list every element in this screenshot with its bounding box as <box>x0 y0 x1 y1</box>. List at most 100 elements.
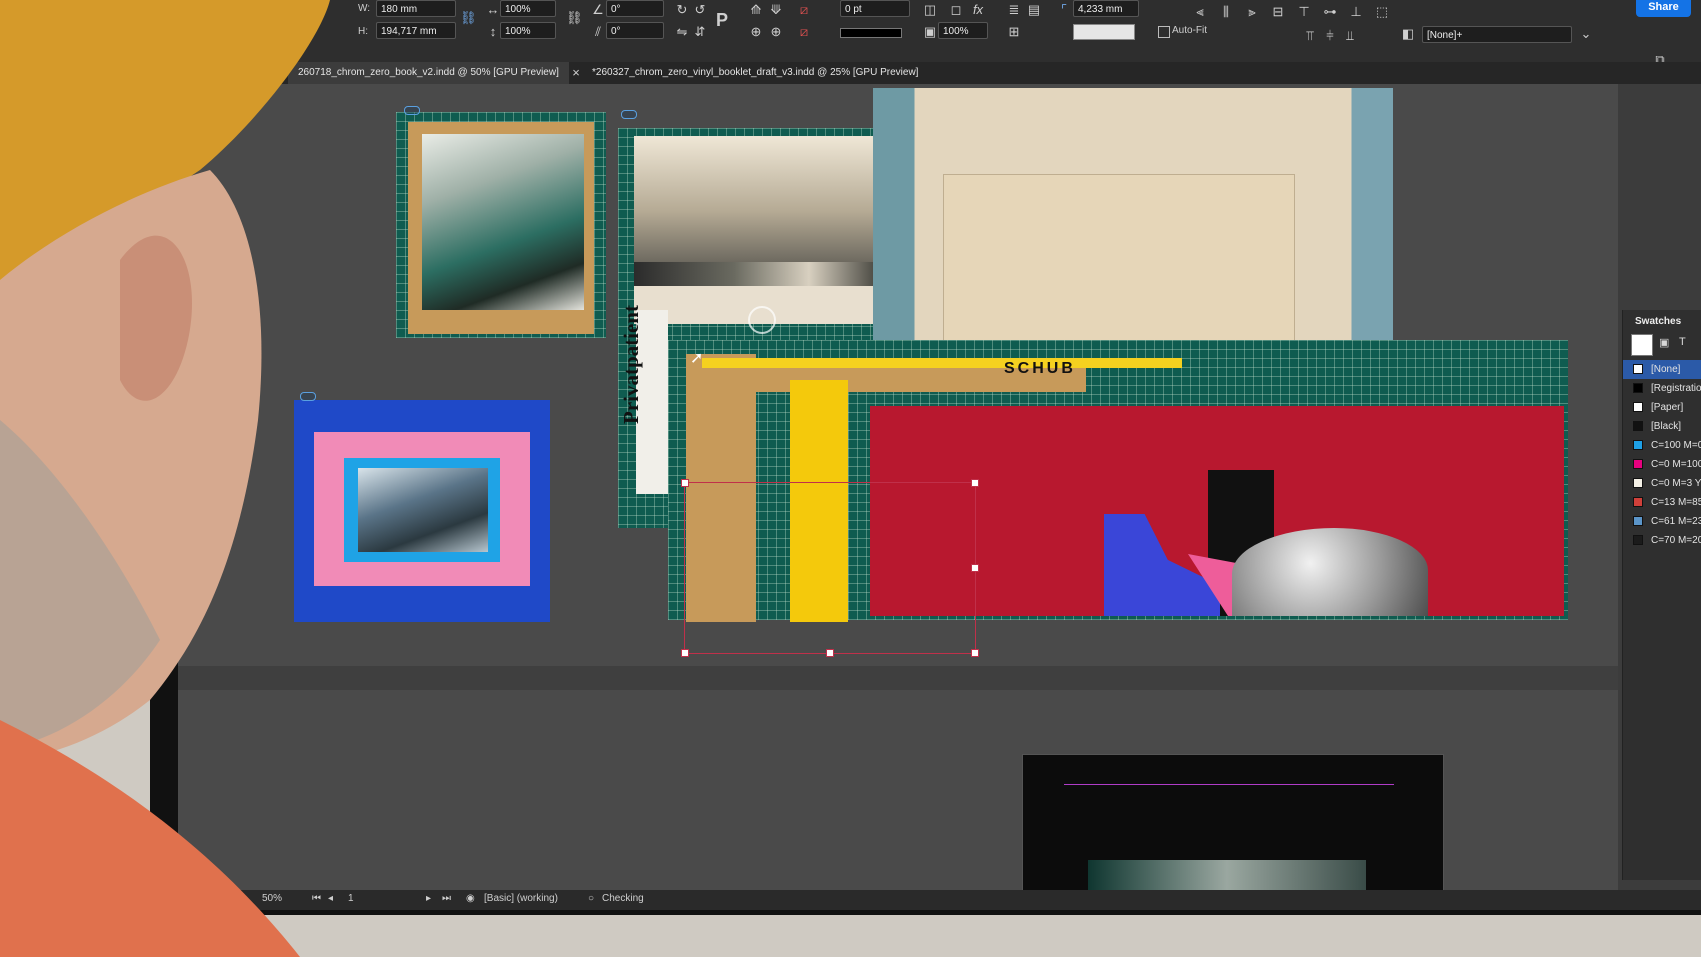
collage-photo[interactable] <box>422 134 584 310</box>
align-left-edges-icon[interactable]: ⫷ <box>1192 4 1208 20</box>
flip-vertical-icon[interactable]: ⇵ <box>692 24 708 40</box>
swatch-row[interactable]: C=70 M=20 <box>1623 531 1701 550</box>
swatch-name: [None] <box>1651 364 1681 375</box>
paper-panel <box>943 174 1295 366</box>
swatch-row[interactable]: C=0 M=3 Y <box>1623 474 1701 493</box>
selection-handle[interactable] <box>971 649 979 657</box>
corner-options-icon[interactable]: ⌜ <box>1056 2 1072 18</box>
scale-y-icon: ↕ <box>489 24 497 39</box>
distribute-top-icon[interactable]: ⫪ <box>1302 28 1318 44</box>
selection-handle[interactable] <box>971 564 979 572</box>
align-bottom-edges-icon[interactable]: ⊥ <box>1348 4 1364 20</box>
formatting-container-icon[interactable]: ▣ <box>1659 336 1669 349</box>
paragraph-p-icon[interactable]: P <box>714 11 730 29</box>
rotate-cw-icon[interactable]: ↻ <box>674 2 690 18</box>
align-top-edges-icon[interactable]: ⊤ <box>1296 4 1312 20</box>
swatch-name: [Paper] <box>1651 402 1684 413</box>
align-right-edges-icon[interactable]: ⫸ <box>1244 4 1260 20</box>
link-scale-icon[interactable]: ⛓ <box>566 10 583 26</box>
select-previous-icon[interactable]: ⊕ <box>748 24 764 40</box>
selection-handle[interactable] <box>971 479 979 487</box>
constrain-proportions-icon[interactable]: ⛓ <box>460 10 477 26</box>
stroke-none-icon[interactable]: ⧄ <box>796 24 812 40</box>
preflight-status-icon: ○ <box>588 893 595 904</box>
opacity-icon: ▣ <box>923 24 937 39</box>
swatch-chip <box>1633 516 1643 526</box>
autofit-checkbox[interactable] <box>1158 26 1170 38</box>
swatch-row[interactable]: [None] <box>1623 360 1701 379</box>
stroke-type-select[interactable] <box>840 28 902 38</box>
shear-field[interactable]: 0° <box>606 22 664 39</box>
object-style-icon: ◧ <box>1401 26 1415 41</box>
frame-fitting-icon[interactable]: ⊞ <box>1006 24 1022 40</box>
target-cursor-icon <box>748 306 776 334</box>
swatch-row[interactable]: C=13 M=85 <box>1623 493 1701 512</box>
swatch-name: [Registration] <box>1651 383 1701 394</box>
vintage-print[interactable] <box>634 136 884 262</box>
autofit-label: Auto-Fit <box>1172 25 1208 36</box>
chevron-down-icon[interactable]: ⌄ <box>1578 26 1594 42</box>
distribute-bottom-icon[interactable]: ⫫ <box>1342 28 1358 44</box>
margin-guide <box>1064 784 1394 785</box>
formatting-text-icon[interactable]: T <box>1679 336 1686 348</box>
orange-sweater <box>0 720 300 957</box>
corner-shape-select[interactable] <box>1073 24 1135 40</box>
object-style-select[interactable]: [None]+ <box>1422 26 1572 43</box>
drop-shadow-icon[interactable]: ◫ <box>922 2 938 18</box>
opacity-field[interactable]: 100% <box>938 22 988 39</box>
dark-page-photo[interactable] <box>1088 860 1366 890</box>
align-vertical-centers-icon[interactable]: ⊶ <box>1322 4 1338 20</box>
effects-icon[interactable]: ◻ <box>948 2 964 18</box>
pasteboard-gap <box>178 666 1618 690</box>
preflight-profile[interactable]: [Basic] (working) <box>484 893 558 904</box>
swatch-chip <box>1633 459 1643 469</box>
swatch-row[interactable]: C=100 M=0 <box>1623 436 1701 455</box>
selection-handle[interactable] <box>681 649 689 657</box>
dimension-field[interactable]: 4,233 mm <box>1073 0 1139 17</box>
width-field[interactable]: 180 mm <box>376 0 456 17</box>
swatch-name: C=70 M=20 <box>1651 535 1701 546</box>
swatch-row[interactable]: [Paper] <box>1623 398 1701 417</box>
select-next-icon[interactable]: ⊕ <box>768 24 784 40</box>
swatch-row[interactable]: C=0 M=100 <box>1623 455 1701 474</box>
selection-handle[interactable] <box>681 479 689 487</box>
select-container-icon[interactable]: ⟰ <box>748 2 764 18</box>
indesign-window: mm W: 180 mm H: 194,717 mm ⛓ ↔ 100% ↕ 10… <box>178 0 1701 910</box>
train-station-photo[interactable] <box>358 468 488 552</box>
distribute-center-icon[interactable]: ⫩ <box>1322 28 1338 44</box>
text-wrap-around-icon[interactable]: ▤ <box>1026 2 1042 18</box>
select-content-icon[interactable]: ⟱ <box>768 2 784 18</box>
swatch-chip <box>1633 402 1643 412</box>
distribute-icon[interactable]: ⊟ <box>1270 4 1286 20</box>
swatches-panel: Swatches ▣ T [None] [Registration] [Pape… <box>1622 310 1701 880</box>
swatch-chip <box>1633 440 1643 450</box>
preflight-profile-icon: ◉ <box>466 893 475 904</box>
tab-vinyl-booklet[interactable]: *260327_chrom_zero_vinyl_booklet_draft_v… <box>582 62 928 84</box>
rotate-field[interactable]: 0° <box>606 0 664 17</box>
stroke-weight-field[interactable]: 0 pt <box>840 0 910 17</box>
selection-bounds[interactable] <box>684 482 976 654</box>
selection-handle[interactable] <box>826 649 834 657</box>
frame-select-icon[interactable]: ⬚ <box>1374 4 1390 20</box>
next-page-icon[interactable]: ▸ <box>426 893 431 904</box>
content-grabber-icon-2[interactable] <box>621 110 637 119</box>
rotate-ccw-icon[interactable]: ↺ <box>692 2 708 18</box>
preflight-status[interactable]: Checking <box>602 893 644 904</box>
swatch-row[interactable]: [Black] <box>1623 417 1701 436</box>
last-page-icon[interactable]: ⏭ <box>442 893 451 904</box>
height-field[interactable]: 194,717 mm <box>376 22 456 39</box>
fx-icon[interactable]: fx <box>970 2 986 18</box>
text-wrap-icon[interactable]: ≣ <box>1006 2 1022 18</box>
flip-horizontal-icon[interactable]: ⇋ <box>674 24 690 40</box>
align-horizontal-centers-icon[interactable]: ⫼ <box>1218 4 1234 20</box>
swatch-row[interactable]: C=61 M=23 <box>1623 512 1701 531</box>
share-button[interactable]: Share <box>1636 0 1691 17</box>
swatch-row[interactable]: [Registration] <box>1623 379 1701 398</box>
fill-stroke-proxy-icon[interactable] <box>1631 334 1653 356</box>
fill-none-icon[interactable]: ⧄ <box>796 2 812 18</box>
scale-x-field[interactable]: 100% <box>500 0 556 17</box>
document-canvas[interactable]: Privatpatient SCHUB ➚ <box>178 84 1618 890</box>
scale-y-field[interactable]: 100% <box>500 22 556 39</box>
swatch-name: C=0 M=3 Y <box>1651 478 1701 489</box>
content-grabber-icon[interactable] <box>404 106 420 115</box>
